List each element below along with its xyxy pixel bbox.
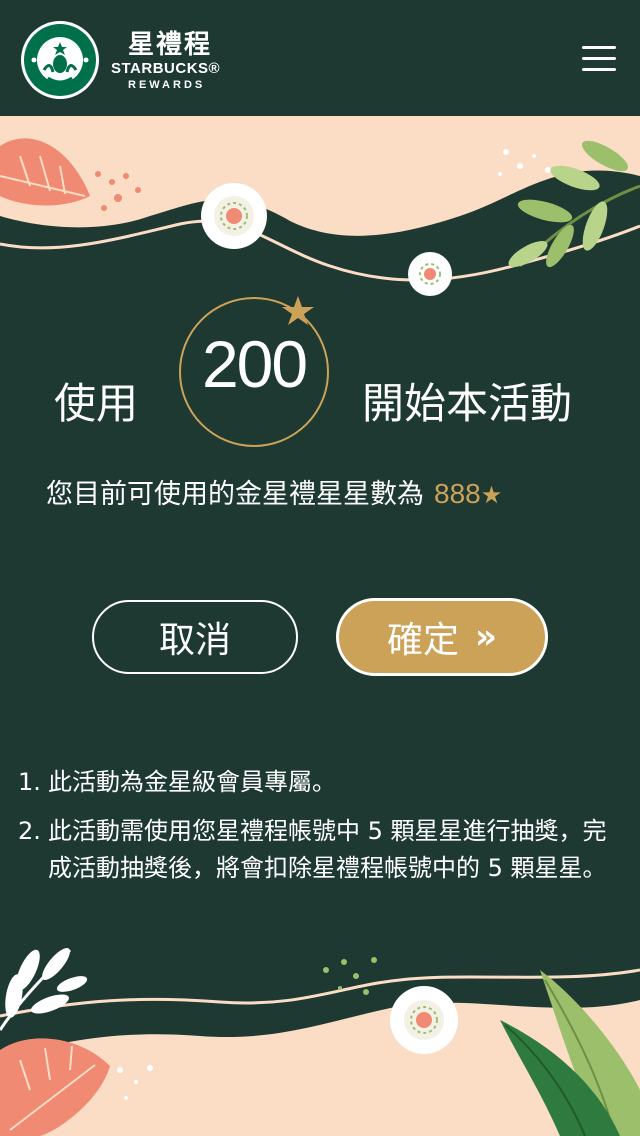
points-required: 200 — [201, 327, 308, 401]
app-header: 星禮程 STARBUCKS® REWARDS — [0, 0, 640, 116]
cancel-button[interactable]: 取消 — [92, 600, 298, 674]
hamburger-menu-icon[interactable] — [578, 42, 618, 76]
balance-value: 888 — [434, 478, 481, 509]
confirm-button[interactable]: 確定 » — [336, 598, 548, 676]
note-item: 2. 此活動需使用您星禮程帳號中 5 顆星星進行抽獎，完成活動抽獎後，將會扣除星… — [18, 813, 618, 887]
balance-label: 您目前可使用的金星禮星星數為 — [46, 479, 424, 510]
activity-notes: 1. 此活動為金星級會員專屬。 2. 此活動需使用您星禮程帳號中 5 顆星星進行… — [18, 764, 618, 899]
star-icon: ★ — [480, 481, 503, 509]
bottom-floral-decoration — [0, 948, 640, 1136]
note-text: 此活動為金星級會員專屬。 — [48, 768, 336, 796]
white-flower-icon — [390, 986, 458, 1054]
brand-logo[interactable]: 星禮程 STARBUCKS® REWARDS — [20, 20, 260, 100]
white-flower-icon — [201, 183, 267, 249]
top-floral-decoration — [0, 116, 640, 296]
brand-name-en: STARBUCKS® — [111, 60, 221, 77]
note-number: 1. — [18, 768, 41, 796]
promo-title: 使用 200 開始本活動 — [0, 290, 640, 450]
note-number: 2. — [18, 817, 41, 845]
white-leaf-branch-icon — [0, 948, 88, 1031]
double-chevron-right-icon: » — [475, 617, 497, 657]
title-start-activity: 開始本活動 — [362, 379, 573, 428]
cancel-label: 取消 — [158, 620, 231, 661]
confirm-label: 確定 — [387, 620, 460, 661]
title-use: 使用 — [54, 379, 139, 428]
brand-rewards: REWARDS — [128, 79, 206, 91]
starbucks-siren-logo-icon — [21, 21, 99, 99]
note-item: 1. 此活動為金星級會員專屬。 — [18, 764, 618, 801]
star-balance: 您目前可使用的金星禮星星數為 888★ — [46, 472, 502, 511]
gold-star-icon — [282, 296, 314, 325]
brand-name-cn: 星禮程 — [128, 30, 213, 60]
note-text: 此活動需使用您星禮程帳號中 5 顆星星進行抽獎，完成活動抽獎後，將會扣除星禮程帳… — [48, 817, 607, 882]
